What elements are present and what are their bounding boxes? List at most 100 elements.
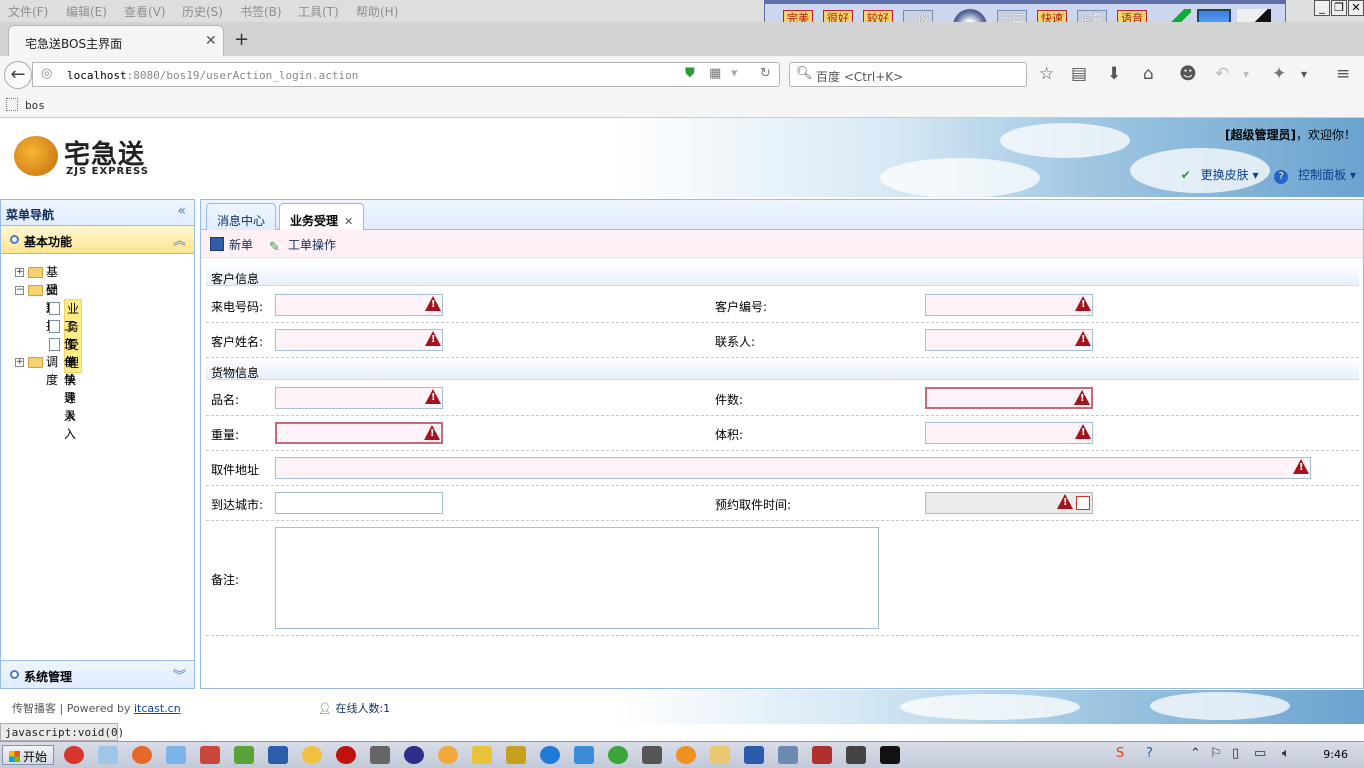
addon-icon[interactable]: ✦ <box>1272 64 1286 84</box>
menu-view[interactable]: 查看(V) <box>124 3 166 20</box>
change-skin-button[interactable]: ✔ 更换皮肤 ▾ <box>1175 168 1259 182</box>
tree-node-quick-entry[interactable]: 工作单快速录入 <box>49 317 76 441</box>
browser-tab[interactable]: 宅急送BOS主界面 ✕ <box>8 25 224 56</box>
menu-file[interactable]: 文件(F) <box>8 3 48 20</box>
pickup-time-input[interactable] <box>925 492 1093 514</box>
tray-volume-icon[interactable]: 🔈︎ <box>1282 746 1290 761</box>
accordion-system-header[interactable]: 系统管理 ︾ <box>1 660 194 688</box>
contact-input[interactable] <box>925 329 1093 351</box>
work-order-button[interactable]: ✎ 工单操作 <box>269 236 336 255</box>
count-input[interactable] <box>925 387 1093 409</box>
tray-network-icon[interactable]: ▯ <box>1232 746 1239 761</box>
tree-node-accept[interactable]: −受理 <box>15 281 58 315</box>
start-button[interactable]: 开始 <box>2 745 55 765</box>
tray-monitor-icon[interactable]: ▭ <box>1254 746 1266 761</box>
cmd-icon[interactable] <box>880 746 900 764</box>
app-icon[interactable] <box>370 746 390 764</box>
app-icon[interactable] <box>166 746 186 764</box>
weight-input[interactable] <box>275 422 443 444</box>
menu-tools[interactable]: 工具(T) <box>298 3 339 20</box>
tab-business-accept[interactable]: 业务受理 ✕ <box>279 203 365 230</box>
app-icon[interactable] <box>506 746 526 764</box>
close-icon[interactable]: ✕ <box>1348 0 1364 16</box>
menu-help[interactable]: 帮助(H) <box>356 3 398 20</box>
home-icon[interactable]: ⌂ <box>1143 64 1154 84</box>
tray-help-icon[interactable]: ? <box>1146 746 1153 761</box>
app-icon[interactable] <box>676 746 696 764</box>
app-icon[interactable] <box>336 746 356 764</box>
menu-icon[interactable]: ≡ <box>1336 64 1350 84</box>
minimize-icon[interactable]: _ <box>1314 0 1330 16</box>
app-icon[interactable] <box>438 746 458 764</box>
tab-close-icon[interactable]: ✕ <box>205 33 217 49</box>
accordion-basic-header[interactable]: 基本功能 ︽ <box>1 226 194 254</box>
shield-icon[interactable]: ⛊ <box>685 66 695 81</box>
folder-icon[interactable] <box>710 746 730 764</box>
app-icon[interactable] <box>64 746 84 764</box>
chevron-down-icon[interactable]: ▾ <box>731 66 738 81</box>
tray-expand-icon[interactable]: ⌃ <box>1190 746 1201 761</box>
city-input[interactable] <box>275 492 443 514</box>
url-bar[interactable]: ◎ localhost:8080/bos19/userAction_login.… <box>32 62 780 87</box>
tree-node-basic-data[interactable]: +基础数据 <box>15 263 58 333</box>
product-input[interactable] <box>275 387 443 409</box>
tree-node-import[interactable]: 工作单导入 <box>49 335 76 423</box>
tree-node-business-accept[interactable]: 业务受理 <box>49 299 83 373</box>
collapse-left-icon[interactable]: « <box>177 203 186 219</box>
qrcode-icon[interactable]: ▦ <box>709 66 721 81</box>
new-tab-icon[interactable]: + <box>234 29 249 50</box>
new-order-button[interactable]: 新单 <box>210 236 253 253</box>
undo-dropdown-icon[interactable]: ▾ <box>1243 67 1249 81</box>
app-icon[interactable] <box>778 746 798 764</box>
app-icon[interactable] <box>98 746 118 764</box>
restore-icon[interactable]: ❐ <box>1331 0 1347 16</box>
control-panel-button[interactable]: ? 控制面板 ▾ <box>1268 168 1356 184</box>
menu-history[interactable]: 历史(S) <box>182 3 223 20</box>
customer-no-input[interactable] <box>925 294 1093 316</box>
eclipse-icon[interactable] <box>404 746 424 764</box>
app-icon[interactable] <box>812 746 832 764</box>
expand-down-icon[interactable]: ︾ <box>173 665 186 684</box>
taskbar-clock[interactable]: 9:46 <box>1323 748 1348 761</box>
calendar-icon[interactable] <box>1076 496 1090 510</box>
tray-app-icon[interactable]: S <box>1116 746 1124 761</box>
addon-dropdown-icon[interactable]: ▾ <box>1301 67 1307 81</box>
word-icon[interactable] <box>744 746 764 764</box>
expand-icon[interactable]: + <box>15 358 24 367</box>
remark-textarea[interactable] <box>275 527 879 629</box>
tab-message-center[interactable]: 消息中心 <box>206 203 277 230</box>
app-icon[interactable] <box>574 746 594 764</box>
app-icon[interactable] <box>302 746 322 764</box>
collapse-icon[interactable]: − <box>15 286 24 295</box>
tray-flag-icon[interactable]: ⚐ <box>1210 746 1222 761</box>
address-input[interactable] <box>275 457 1311 479</box>
app-icon[interactable] <box>608 746 628 764</box>
app-icon[interactable] <box>846 746 866 764</box>
app-icon[interactable] <box>200 746 220 764</box>
expand-icon[interactable]: + <box>15 268 24 277</box>
chat-icon[interactable]: ☻ <box>1179 64 1197 84</box>
menu-edit[interactable]: 编辑(E) <box>66 3 107 20</box>
app-icon[interactable] <box>234 746 254 764</box>
tab-close-icon[interactable]: ✕ <box>344 215 353 228</box>
back-icon[interactable]: ← <box>4 61 32 89</box>
app-icon[interactable] <box>472 746 492 764</box>
tree-node-dispatch[interactable]: + 调度 <box>15 353 58 387</box>
download-icon[interactable]: ⬇ <box>1107 64 1121 84</box>
itcast-link[interactable]: itcast.cn <box>134 702 181 715</box>
phone-input[interactable] <box>275 294 443 316</box>
reading-list-icon[interactable]: ▤ <box>1071 64 1087 84</box>
star-icon[interactable]: ☆ <box>1039 64 1054 84</box>
app-icon[interactable] <box>268 746 288 764</box>
menu-bookmarks[interactable]: 书签(B) <box>240 3 282 20</box>
firefox-icon[interactable] <box>132 746 152 764</box>
bookmark-bos[interactable]: bos <box>25 99 45 112</box>
volume-input[interactable] <box>925 422 1093 444</box>
app-icon[interactable] <box>642 746 662 764</box>
ie-icon[interactable] <box>540 746 560 764</box>
collapse-up-icon[interactable]: ︽ <box>173 230 186 249</box>
undo-icon[interactable]: ↶ <box>1215 64 1229 84</box>
reload-icon[interactable]: ↻ <box>760 66 771 81</box>
search-box[interactable]: 🔍︎ 百度 <Ctrl+K> <box>789 62 1027 87</box>
customer-name-input[interactable] <box>275 329 443 351</box>
